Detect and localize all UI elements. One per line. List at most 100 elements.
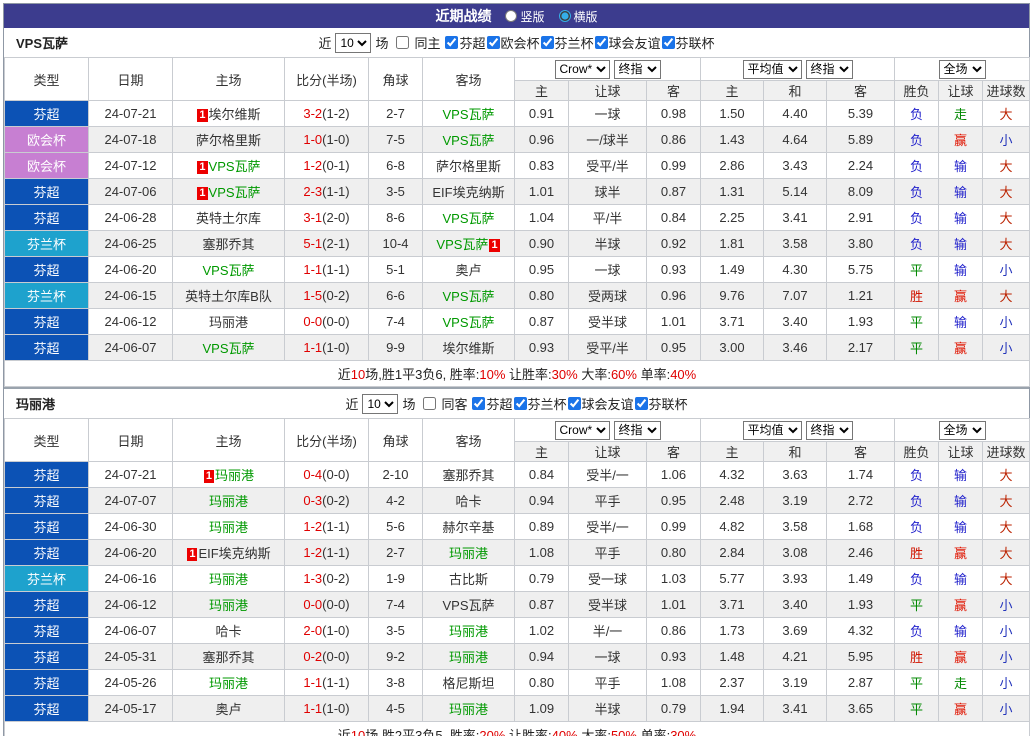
league-checkbox-option[interactable]: 欧会杯 [486, 33, 540, 52]
goals-result-cell: 大 [982, 513, 1031, 540]
score-cell: 0-0(0-0) [284, 308, 369, 335]
league-checkbox-option[interactable]: 芬超 [471, 394, 513, 413]
sub-header-avg-away: 客 [825, 80, 896, 101]
fulltime-select-cell: 全场 [894, 57, 1031, 81]
corners-cell: 1-9 [368, 565, 423, 592]
fulltime-select[interactable]: 全场 [938, 59, 986, 79]
handicap-result-cell: 输 [938, 204, 984, 231]
league-checkbox-option[interactable]: 球会友谊 [567, 394, 634, 413]
match-row: 芬超 24-06-12 玛丽港 0-0(0-0) 7-4 VPS瓦萨 0.87 受半球 1.01… [4, 308, 1031, 335]
final-odds-select[interactable]: 终指 [613, 59, 661, 79]
match-date-cell: 24-07-12 [88, 152, 173, 179]
team-name: 玛丽港 [208, 572, 248, 587]
bookmaker-select[interactable]: Crow* [554, 59, 610, 79]
sub-header-avg-home: 主 [700, 441, 764, 462]
team-name: 奥卢 [455, 263, 482, 278]
handicap-result-cell: 走 [938, 669, 984, 696]
handicap-result-cell: 赢 [938, 282, 984, 309]
home-odds-cell: 1.02 [514, 617, 569, 644]
league-checkbox-option[interactable]: 芬兰杯 [513, 394, 567, 413]
away-team-cell: VPS瓦萨 [422, 308, 515, 335]
league-checkbox[interactable] [661, 36, 675, 49]
layout-option-vertical[interactable]: 竖版 [505, 8, 545, 25]
league-checkbox-option[interactable]: 芬超 [444, 33, 486, 52]
home-odds-cell: 0.94 [514, 487, 569, 514]
match-row: 芬超 24-06-28 英特土尔库 3-1(2-0) 8-6 VPS瓦萨 1.04 平/半 0.… [4, 204, 1031, 231]
avg-away-cell: 5.75 [825, 256, 896, 283]
sub-header-avg-draw: 和 [763, 80, 827, 101]
away-odds-cell: 0.80 [646, 539, 701, 566]
same-venue-checkbox[interactable] [423, 397, 437, 410]
avg-draw-cell: 5.14 [763, 178, 827, 205]
league-checkbox-option[interactable]: 芬联杯 [634, 394, 688, 413]
league-checkbox[interactable] [472, 397, 486, 410]
winlose-result-cell: 平 [894, 669, 940, 696]
match-count-select[interactable]: 10 [335, 32, 372, 53]
league-checkbox[interactable] [594, 36, 608, 49]
layout-option-horizontal[interactable]: 横版 [558, 8, 598, 25]
goals-result-cell: 小 [982, 308, 1031, 335]
avg-home-cell: 1.94 [700, 695, 764, 722]
match-date-cell: 24-06-15 [88, 282, 173, 309]
handicap-cell: 平手 [568, 539, 647, 566]
home-odds-cell: 1.08 [514, 539, 569, 566]
score-cell: 1-5(0-2) [284, 282, 369, 309]
final-odds-select[interactable]: 终指 [613, 420, 661, 440]
league-type-cell: 芬超 [4, 695, 89, 722]
games-label: 场 [402, 397, 416, 412]
sub-header-avg-away: 客 [825, 441, 896, 462]
match-count-select[interactable]: 10 [362, 393, 399, 414]
corners-cell: 6-8 [368, 152, 423, 179]
final-odds-select-2[interactable]: 终指 [805, 420, 853, 440]
league-checkbox[interactable] [513, 397, 527, 410]
home-team-cell: 玛丽港 [172, 669, 285, 696]
vertical-radio[interactable] [505, 10, 518, 22]
league-checkbox[interactable] [540, 36, 554, 49]
away-odds-cell: 0.98 [646, 100, 701, 127]
average-select[interactable]: 平均值 [742, 59, 802, 79]
league-checkbox[interactable] [486, 36, 500, 49]
match-date-cell: 24-06-07 [88, 334, 173, 361]
league-type-cell: 芬超 [4, 100, 89, 127]
summary-segment: 单率: [636, 367, 671, 382]
away-team-cell: 古比斯 [422, 565, 515, 592]
league-type-cell: 芬超 [4, 308, 89, 335]
fulltime-select[interactable]: 全场 [938, 420, 986, 440]
league-type-cell: 芬超 [4, 513, 89, 540]
average-select[interactable]: 平均值 [742, 420, 802, 440]
home-odds-cell: 1.04 [514, 204, 569, 231]
league-type-cell: 芬超 [4, 334, 89, 361]
league-type-cell: 芬兰杯 [4, 230, 89, 257]
final-odds-select-2[interactable]: 终指 [805, 59, 853, 79]
away-odds-cell: 0.93 [646, 643, 701, 670]
home-odds-cell: 0.90 [514, 230, 569, 257]
same-venue-checkbox[interactable] [396, 36, 410, 49]
league-checkbox[interactable] [445, 36, 459, 49]
corners-cell: 3-5 [368, 178, 423, 205]
away-odds-cell: 0.79 [646, 695, 701, 722]
bookmaker-select[interactable]: Crow* [554, 420, 610, 440]
league-checkbox-option[interactable]: 芬联杯 [661, 33, 715, 52]
bookmaker-select-cell: Crow* 终指 [514, 418, 701, 442]
handicap-result-cell: 赢 [938, 126, 984, 153]
col-header-score: 比分(半场) [284, 418, 369, 462]
goals-result-cell: 大 [982, 565, 1031, 592]
winlose-result-cell: 负 [894, 565, 940, 592]
filter-controls: 近 10 场 同主 芬超 欧会杯 芬兰杯 球会友谊 芬联杯 [318, 32, 715, 53]
score-cell: 1-2(1-1) [284, 539, 369, 566]
league-checkbox[interactable] [634, 397, 648, 410]
team-name-heading: VPS瓦萨 [16, 36, 69, 51]
goals-result-cell: 大 [982, 178, 1031, 205]
home-odds-cell: 0.80 [514, 282, 569, 309]
horizontal-radio[interactable] [558, 10, 571, 22]
league-checkbox-option[interactable]: 芬兰杯 [540, 33, 594, 52]
league-checkbox[interactable] [567, 397, 581, 410]
summary-segment: 10 [350, 728, 366, 736]
team-name: 1 埃尔维斯 [197, 107, 261, 122]
corners-cell: 6-6 [368, 282, 423, 309]
avg-draw-cell: 3.41 [763, 204, 827, 231]
match-row: 芬超 24-05-31 塞那乔其 0-2(0-0) 9-2 玛丽港 0.94 一球 0.93 1.… [4, 643, 1031, 670]
league-checkbox-option[interactable]: 球会友谊 [594, 33, 661, 52]
home-odds-cell: 0.83 [514, 152, 569, 179]
team-name: 玛丽港 [448, 546, 488, 561]
